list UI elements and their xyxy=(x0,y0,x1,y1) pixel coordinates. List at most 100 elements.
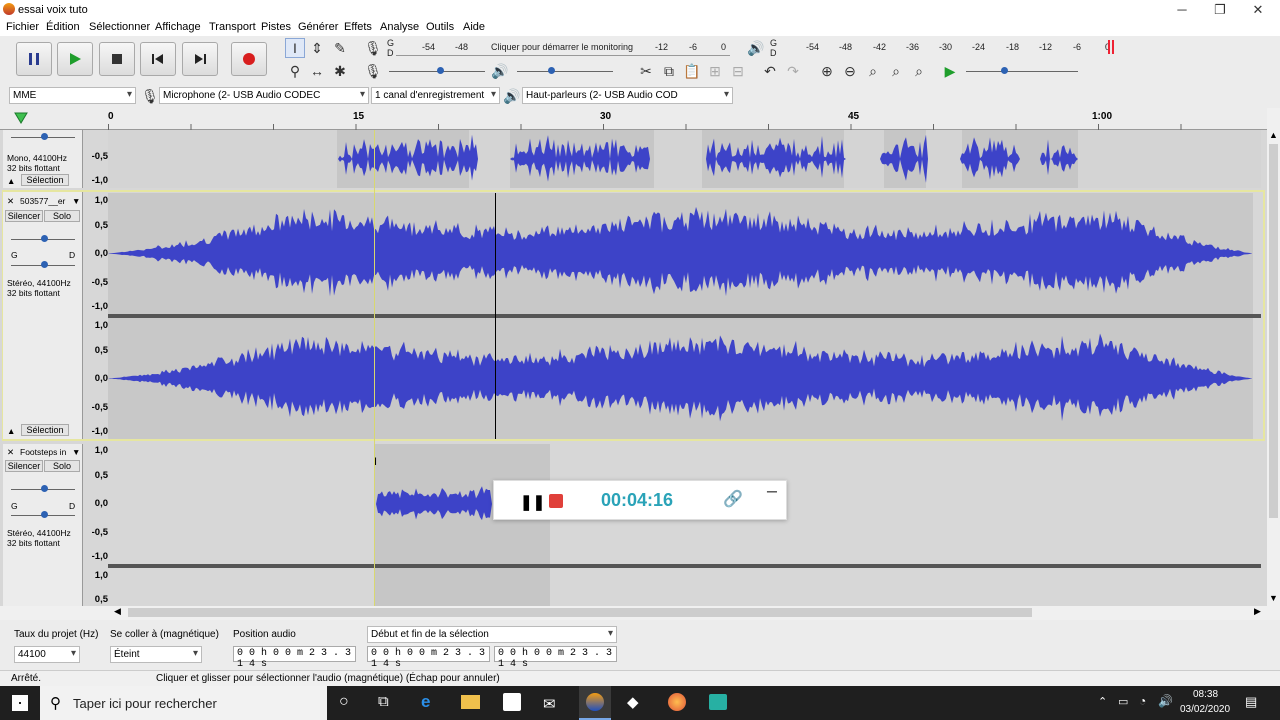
speaker-icon[interactable]: 🔊 xyxy=(746,38,766,58)
menu-selectionner[interactable]: Sélectionner xyxy=(89,21,150,33)
track2-pan-slider[interactable] xyxy=(11,258,75,272)
collapse-icon[interactable]: ▲ xyxy=(7,176,15,186)
copy-icon[interactable]: ⧉ xyxy=(659,61,679,81)
scroll-right-icon[interactable]: ▶ xyxy=(1254,606,1261,617)
track3-right-channel[interactable] xyxy=(108,568,1261,606)
menu-effets[interactable]: Effets xyxy=(344,21,372,33)
recorder-pause-icon[interactable]: ❚❚ xyxy=(520,493,545,511)
track2-control-panel[interactable]: ✕ 503577__er ▼ Silencer Solo G D Stéréo,… xyxy=(3,192,83,439)
stop-button[interactable] xyxy=(99,42,135,76)
menu-affichage[interactable]: Affichage xyxy=(155,21,201,33)
menu-generer[interactable]: Générer xyxy=(298,21,338,33)
host-select[interactable]: MME xyxy=(9,87,136,104)
recorder-stop-icon[interactable] xyxy=(549,494,563,508)
selection-tool-icon[interactable]: I xyxy=(285,38,305,58)
play-speed-slider[interactable] xyxy=(966,64,1078,78)
firefox-icon[interactable] xyxy=(668,693,686,711)
trim-icon[interactable]: ⊞ xyxy=(705,61,725,81)
track2-close-icon[interactable]: ✕ xyxy=(7,196,14,206)
skip-start-button[interactable] xyxy=(140,42,176,76)
zoom-out-icon[interactable]: ⊖ xyxy=(840,61,860,81)
zoom-in-icon[interactable]: ⊕ xyxy=(817,61,837,81)
menu-analyse[interactable]: Analyse xyxy=(380,21,419,33)
input-device-select[interactable]: Microphone (2- USB Audio CODEC xyxy=(159,87,369,104)
taskbar-search[interactable]: ⚲ Taper ici pour rechercher xyxy=(40,686,327,720)
track2-right-channel[interactable] xyxy=(108,318,1253,439)
skip-end-button[interactable] xyxy=(182,42,218,76)
selection-end-field[interactable]: 0 0 h 0 0 m 2 3 . 3 1 4 s xyxy=(494,646,617,670)
channels-select[interactable]: 1 canal d'enregistrement xyxy=(371,87,500,104)
horizontal-scrollbar[interactable]: ◀ ▶ xyxy=(108,606,1267,619)
track1-waveform[interactable] xyxy=(108,130,1261,188)
track2-gain-slider[interactable] xyxy=(11,232,75,246)
snap-select[interactable]: Éteint xyxy=(110,646,202,663)
cortana-icon[interactable]: ○ xyxy=(339,693,349,711)
track2-solo-button[interactable]: Solo xyxy=(44,210,80,222)
track2-left-channel[interactable] xyxy=(108,193,1253,314)
output-device-select[interactable]: Haut-parleurs (2- USB Audio COD xyxy=(522,87,733,104)
cut-icon[interactable]: ✂ xyxy=(636,61,656,81)
inkscape-icon[interactable]: ◆ xyxy=(627,693,639,711)
menu-pistes[interactable]: Pistes xyxy=(261,21,291,33)
recorder-link-icon[interactable]: 🔗 xyxy=(723,489,743,509)
scroll-up-icon[interactable]: ▲ xyxy=(1269,130,1278,140)
scroll-left-icon[interactable]: ◀ xyxy=(114,606,121,617)
selection-start-field[interactable]: 0 0 h 0 0 m 2 3 . 3 1 4 s xyxy=(367,646,490,670)
menu-aide[interactable]: Aide xyxy=(463,21,485,33)
menu-outils[interactable]: Outils xyxy=(426,21,454,33)
rec-volume-slider[interactable] xyxy=(389,64,485,78)
collapse-icon[interactable]: ▲ xyxy=(7,426,15,436)
clock-date[interactable]: 03/02/2020 xyxy=(1180,704,1230,715)
envelope-tool-icon[interactable]: ⇕ xyxy=(307,38,327,58)
file-explorer-icon[interactable] xyxy=(461,695,480,709)
fit-selection-icon[interactable]: ⌕ xyxy=(863,61,883,81)
rec-meter-bar[interactable] xyxy=(396,55,730,58)
fit-project-icon[interactable]: ⌕ xyxy=(886,61,906,81)
menu-edition[interactable]: Édition xyxy=(46,21,80,33)
close-icon[interactable]: ✕ xyxy=(1238,2,1278,18)
recorder-widget[interactable]: ❚❚ 00:04:16 🔗 ─ xyxy=(493,480,787,520)
track3-gain-slider[interactable] xyxy=(11,482,75,496)
track3-name[interactable]: Footsteps in xyxy=(20,447,66,457)
task-view-icon[interactable]: ⧉ xyxy=(378,693,389,710)
menu-transport[interactable]: Transport xyxy=(209,21,256,33)
track3-pan-slider[interactable] xyxy=(11,508,75,522)
pinned-head-icon[interactable] xyxy=(14,112,28,124)
rate-select[interactable]: 44100 xyxy=(14,646,80,663)
track1-select-button[interactable]: Sélection xyxy=(21,174,69,186)
track3-close-icon[interactable]: ✕ xyxy=(7,447,14,457)
scroll-down-icon[interactable]: ▼ xyxy=(1269,593,1278,603)
timeline-ruler[interactable]: 0 15 30 45 1:00 xyxy=(0,108,1267,130)
scroll-thumb[interactable] xyxy=(1269,144,1278,518)
mail-icon[interactable]: ✉ xyxy=(543,695,556,713)
maximize-icon[interactable]: ❐ xyxy=(1200,2,1240,18)
track2-name[interactable]: 503577__er xyxy=(20,196,65,206)
track2-select-button[interactable]: Sélection xyxy=(21,424,69,436)
track1-control-panel[interactable]: Mono, 44100Hz 32 bits flottant ▲ Sélecti… xyxy=(3,130,83,188)
volume-icon[interactable]: 🔊 xyxy=(1158,694,1173,708)
zoom-tool-icon[interactable]: ⚲ xyxy=(285,61,305,81)
track3-solo-button[interactable]: Solo xyxy=(44,460,80,472)
track3-mute-button[interactable]: Silencer xyxy=(5,460,43,472)
windows-start-icon[interactable] xyxy=(12,695,28,711)
recorder-minimize-icon[interactable]: ─ xyxy=(767,483,777,499)
app-icon[interactable] xyxy=(709,694,727,710)
draw-tool-icon[interactable]: ✎ xyxy=(330,38,350,58)
microphone-icon[interactable]: 🎙 xyxy=(363,38,383,58)
redo-icon[interactable]: ↷ xyxy=(783,61,803,81)
store-icon[interactable] xyxy=(503,693,521,711)
vertical-scrollbar[interactable]: ▲ ▼ xyxy=(1267,130,1280,606)
notification-icon[interactable]: ▤ xyxy=(1245,694,1257,710)
clock-time[interactable]: 08:38 xyxy=(1193,689,1218,700)
paste-icon[interactable]: 📋 xyxy=(682,61,702,81)
track3-menu-icon[interactable]: ▼ xyxy=(72,447,80,457)
zoom-toggle-icon[interactable]: ⌕ xyxy=(909,61,929,81)
tray-chevron-icon[interactable]: ⌃ xyxy=(1098,695,1107,708)
minimize-icon[interactable]: ─ xyxy=(1162,2,1202,17)
track2-mute-button[interactable]: Silencer xyxy=(5,210,43,222)
track3-control-panel[interactable]: ✕ Footsteps in ▼ Silencer Solo G D Stéré… xyxy=(3,444,83,606)
selection-mode-select[interactable]: Début et fin de la sélection xyxy=(367,626,617,643)
menu-fichier[interactable]: Fichier xyxy=(6,21,39,33)
undo-icon[interactable]: ↶ xyxy=(760,61,780,81)
play-volume-slider[interactable] xyxy=(517,64,613,78)
